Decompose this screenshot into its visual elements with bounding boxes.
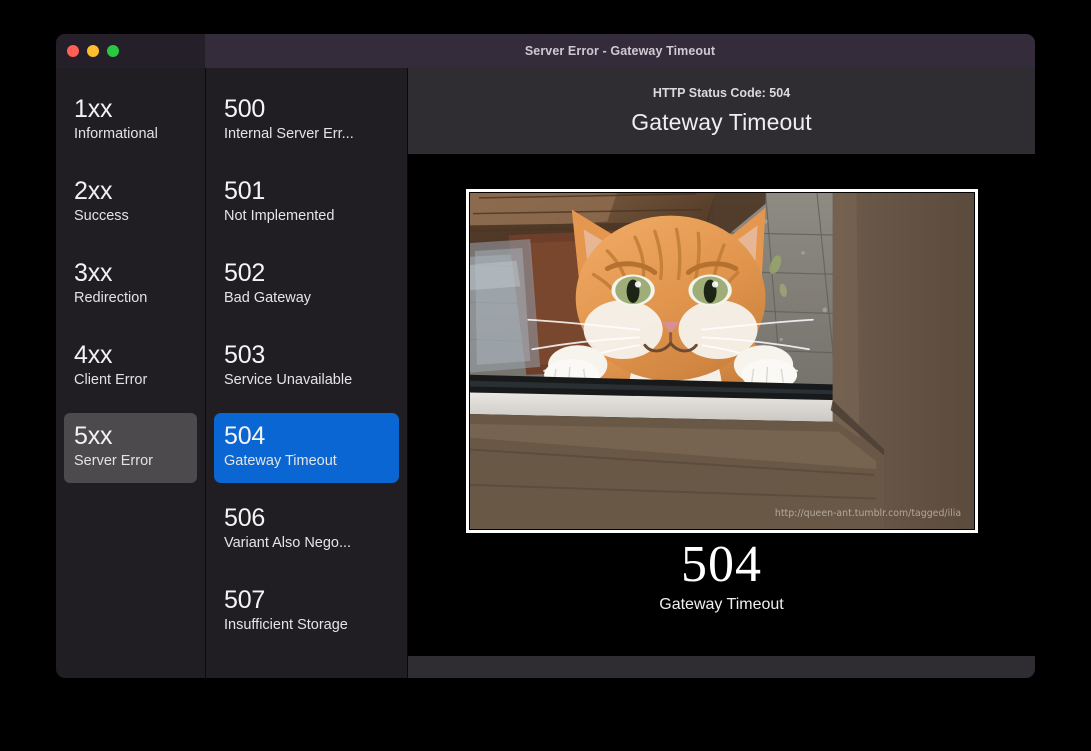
list-item-500[interactable]: 500 Internal Server Err...: [214, 86, 399, 156]
sidebar-item-label: Informational: [74, 126, 158, 142]
window-controls: [56, 34, 205, 68]
sidebar-item-code: 2xx: [74, 176, 113, 205]
list-item-504[interactable]: 504 Gateway Timeout: [214, 413, 399, 484]
detail-title: Gateway Timeout: [631, 109, 812, 135]
detail-pane: HTTP Status Code: 504 Gateway Timeout ht…: [408, 68, 1035, 678]
sidebar-item-2xx[interactable]: 2xx Success: [64, 168, 197, 238]
category-sidebar[interactable]: 1xx Informational 2xx Success 3xx Redire…: [56, 68, 205, 678]
sidebar-item-code: 5xx: [74, 422, 113, 451]
status-photo-cat-at-window: http://queen-ant.tumblr.com/tagged/ilia: [468, 192, 975, 530]
list-item-506[interactable]: 506 Variant Also Nego...: [214, 495, 399, 565]
sidebar-item-code: 1xx: [74, 95, 113, 123]
status-photo-frame: http://queen-ant.tumblr.com/tagged/ilia: [465, 189, 978, 533]
list-item-501[interactable]: 501 Not Implemented: [214, 168, 399, 238]
caption-status-text: Gateway Timeout: [659, 595, 784, 613]
sidebar-item-label: Client Error: [74, 371, 148, 388]
list-item-502[interactable]: 502 Bad Gateway: [214, 250, 399, 320]
list-item-label: Not Implemented: [224, 207, 335, 224]
list-item-code: 506: [224, 504, 266, 533]
window-body: 1xx Informational 2xx Success 3xx Redire…: [56, 68, 1035, 678]
title-bar-main: Server Error - Gateway Timeout: [205, 34, 1035, 68]
title-bar: Server Error - Gateway Timeout: [56, 34, 1035, 68]
list-item-label: Insufficient Storage: [224, 617, 348, 634]
minimize-button[interactable]: [87, 45, 99, 57]
app-window: Server Error - Gateway Timeout 1xx Infor…: [56, 34, 1035, 678]
sidebar-item-5xx[interactable]: 5xx Server Error: [64, 413, 197, 484]
zoom-button[interactable]: [107, 45, 119, 57]
sidebar-item-1xx[interactable]: 1xx Informational: [64, 86, 197, 156]
list-item-code: 501: [224, 176, 266, 205]
list-item-code: 500: [224, 95, 266, 123]
sidebar-item-label: Success: [74, 207, 129, 224]
sidebar-item-code: 4xx: [74, 340, 113, 369]
detail-status-code: HTTP Status Code: 504: [652, 86, 791, 100]
sidebar-item-code: 3xx: [74, 258, 113, 287]
list-item-503[interactable]: 503 Service Unavailable: [214, 332, 399, 402]
sidebar-item-label: Server Error: [74, 453, 153, 470]
list-item-label: Variant Also Nego...: [224, 535, 352, 552]
list-item-label: Service Unavailable: [224, 371, 353, 388]
close-button[interactable]: [67, 45, 79, 57]
caption-status-code: 504: [681, 536, 762, 593]
status-code-list[interactable]: 500 Internal Server Err... 501 Not Imple…: [205, 68, 408, 678]
sidebar-item-4xx[interactable]: 4xx Client Error: [64, 332, 197, 402]
list-item-code: 503: [224, 340, 266, 369]
list-item-code: 507: [224, 586, 266, 615]
detail-footer-bar: [408, 656, 1035, 678]
detail-content: http://queen-ant.tumblr.com/tagged/ilia …: [408, 154, 1035, 656]
svg-text:http://queen-ant.tumblr.com/ta: http://queen-ant.tumblr.com/tagged/ilia: [774, 508, 960, 519]
list-item-code: 502: [224, 258, 266, 287]
list-item-507[interactable]: 507 Insufficient Storage: [214, 577, 399, 647]
list-item-label: Bad Gateway: [224, 289, 312, 306]
list-item-code: 504: [224, 422, 266, 451]
window-title: Server Error - Gateway Timeout: [524, 44, 716, 58]
list-item-label: Internal Server Err...: [224, 126, 354, 142]
sidebar-item-3xx[interactable]: 3xx Redirection: [64, 250, 197, 320]
detail-header: HTTP Status Code: 504 Gateway Timeout: [408, 68, 1035, 154]
list-item-label: Gateway Timeout: [224, 453, 337, 470]
sidebar-item-label: Redirection: [74, 289, 148, 306]
